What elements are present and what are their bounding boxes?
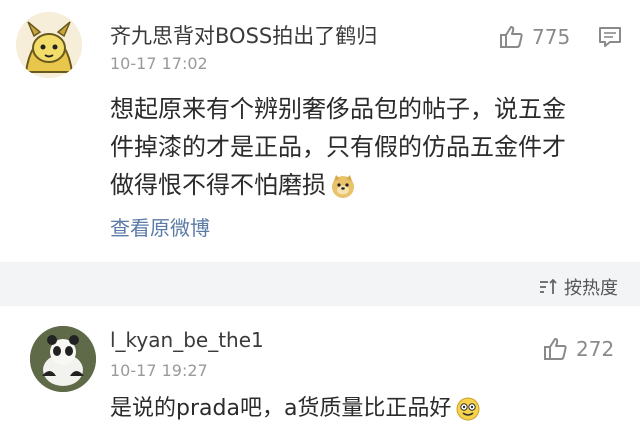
timestamp: 10-17 19:27 xyxy=(110,361,208,380)
timestamp: 10-17 17:02 xyxy=(110,54,208,73)
sort-bar: 按热度 xyxy=(0,262,640,306)
sort-icon xyxy=(540,278,557,294)
username[interactable]: 齐九思背对BOSS拍出了鹤归 xyxy=(110,20,377,50)
sort-button[interactable]: 按热度 xyxy=(538,274,618,300)
like-count: 272 xyxy=(576,337,615,361)
view-original-link[interactable]: 查看原微博 xyxy=(110,212,210,241)
username[interactable]: l_kyan_be_the1 xyxy=(110,328,264,352)
like-button[interactable]: 272 xyxy=(542,336,614,362)
comment-text-line: 是说的prada吧，a货质量比正品好 xyxy=(110,396,452,421)
comment-text: 是说的prada吧，a货质量比正品好 xyxy=(110,390,630,428)
comment-item-1: 齐九思背对BOSS拍出了鹤归 10-17 17:02 775 想起原来有个辨别奢… xyxy=(0,0,640,262)
doge-emoji-icon xyxy=(332,175,354,198)
like-button[interactable]: 775 xyxy=(498,24,570,50)
comment-text-line: 做得恨不得不怕磨损 xyxy=(110,171,326,199)
thumbs-up-icon xyxy=(544,338,567,360)
avatar[interactable] xyxy=(16,12,82,78)
laugh-emoji-icon xyxy=(456,397,480,421)
avatar[interactable] xyxy=(30,326,96,392)
like-count: 775 xyxy=(532,25,571,49)
sort-label: 按热度 xyxy=(564,278,618,299)
avatar-cartoon-icon xyxy=(16,12,82,78)
avatar-photo-icon xyxy=(30,326,96,392)
thumbs-up-icon xyxy=(500,26,523,48)
reply-button[interactable] xyxy=(598,26,622,48)
comment-text: 想起原来有个辨别奢侈品包的帖子，说五金 件掉漆的才是正品，只有假的仿品五金件才 … xyxy=(110,90,610,204)
comment-text-line: 件掉漆的才是正品，只有假的仿品五金件才 xyxy=(110,133,566,161)
comment-item-2: l_kyan_be_the1 10-17 19:27 272 是说的prada吧… xyxy=(0,306,640,429)
comment-text-line: 想起原来有个辨别奢侈品包的帖子，说五金 xyxy=(110,95,566,123)
comment-bubble-icon xyxy=(599,27,621,47)
